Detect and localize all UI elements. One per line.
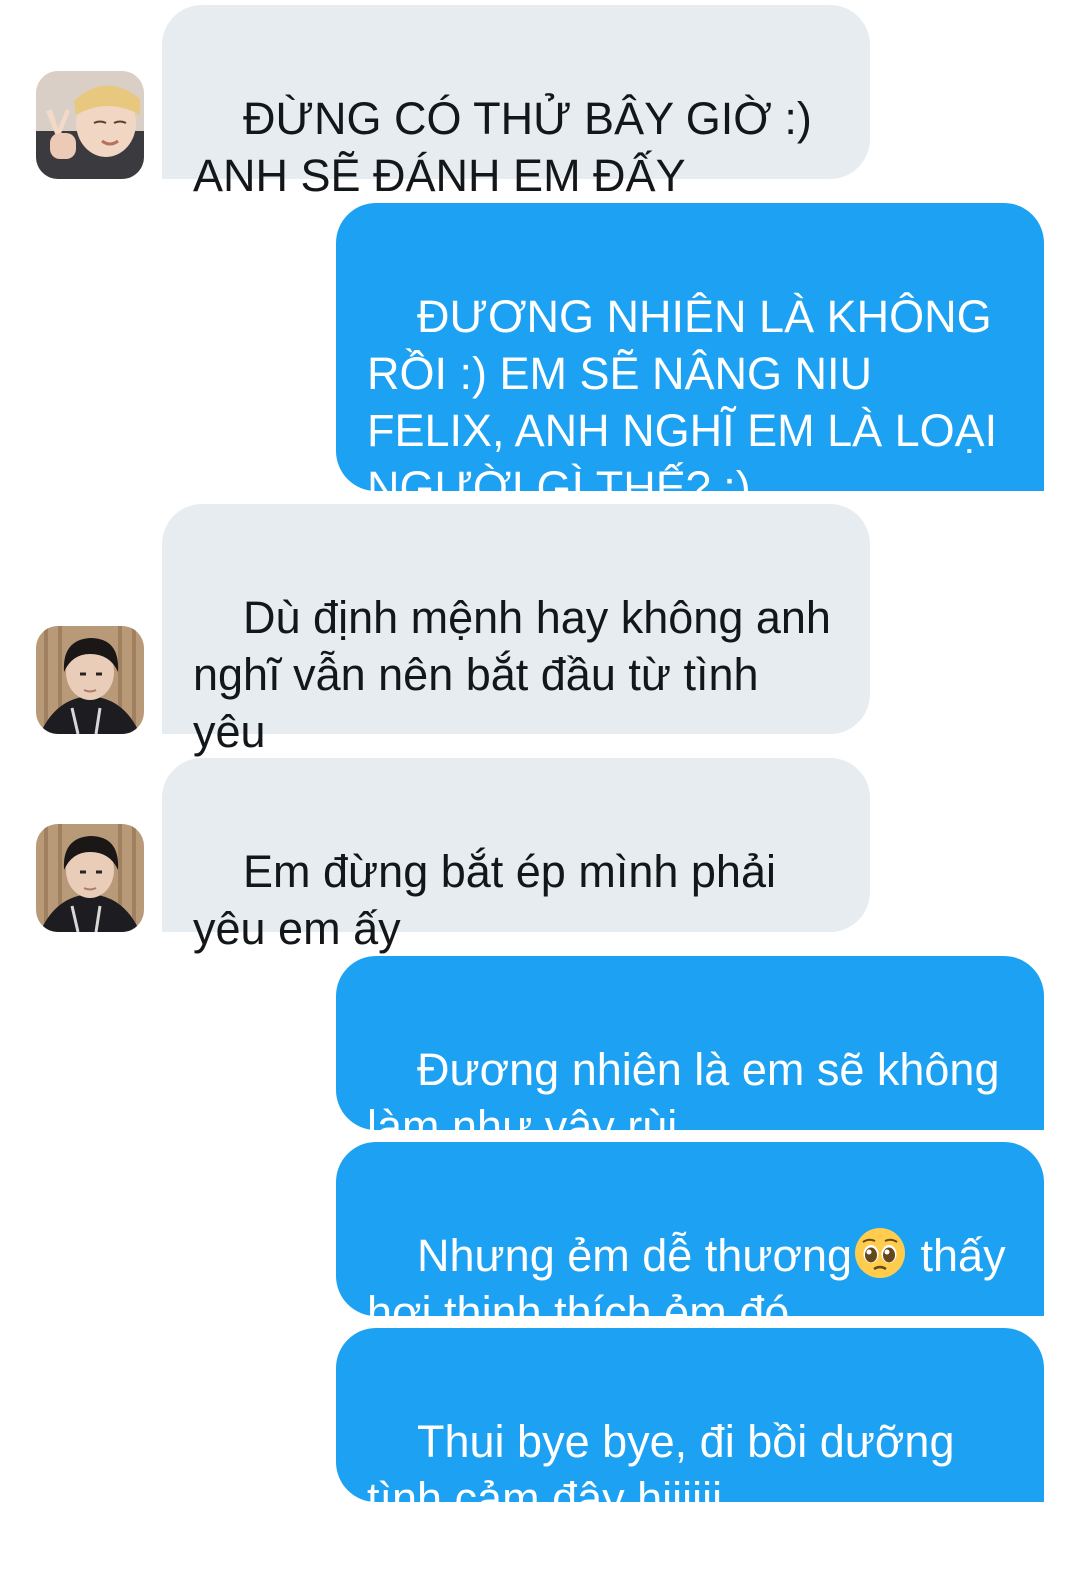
message-text: Em đừng bắt ép mình phải yêu em ấy bbox=[193, 846, 776, 954]
sender-avatar[interactable] bbox=[36, 824, 144, 932]
message-bubble-outgoing[interactable]: ĐƯƠNG NHIÊN LÀ KHÔNG RỒI :) EM SẼ NÂNG N… bbox=[336, 203, 1044, 513]
sender-avatar[interactable] bbox=[36, 71, 144, 179]
message-bubble-outgoing[interactable]: Đương nhiên là em sẽ không làm như vậy r… bbox=[336, 956, 1044, 1152]
message-bubble-incoming[interactable]: ĐỪNG CÓ THỬ BÂY GIỜ :) ANH SẼ ĐÁNH EM ĐẤ… bbox=[162, 5, 870, 201]
message-text: ĐƯƠNG NHIÊN LÀ KHÔNG RỒI :) EM SẼ NÂNG N… bbox=[367, 291, 998, 513]
message-bubble-incoming[interactable]: Dù định mệnh hay không anh nghĩ vẫn nên … bbox=[162, 504, 870, 757]
message-text: Dù định mệnh hay không anh nghĩ vẫn nên … bbox=[193, 592, 831, 757]
message-bubble-outgoing[interactable]: Thui bye bye, đi bồi dưỡng tình cảm đây … bbox=[336, 1328, 1044, 1524]
message-text: ĐỪNG CÓ THỬ BÂY GIỜ :) ANH SẼ ĐÁNH EM ĐẤ… bbox=[193, 93, 812, 201]
message-bubble-outgoing[interactable]: Nhưng ẻm dễ thương thấy hơi thinh thích … bbox=[336, 1142, 1044, 1338]
pleading-face-icon bbox=[854, 1227, 906, 1279]
message-thread: ĐỪNG CÓ THỬ BÂY GIỜ :) ANH SẼ ĐÁNH EM ĐẤ… bbox=[0, 0, 1080, 1524]
message-text-before-emoji: Nhưng ẻm dễ thương bbox=[417, 1230, 853, 1281]
message-bubble-incoming[interactable]: Em đừng bắt ép mình phải yêu em ấy bbox=[162, 758, 870, 954]
sender-avatar[interactable] bbox=[36, 626, 144, 734]
message-text: Đương nhiên là em sẽ không làm như vậy r… bbox=[367, 1044, 1000, 1152]
